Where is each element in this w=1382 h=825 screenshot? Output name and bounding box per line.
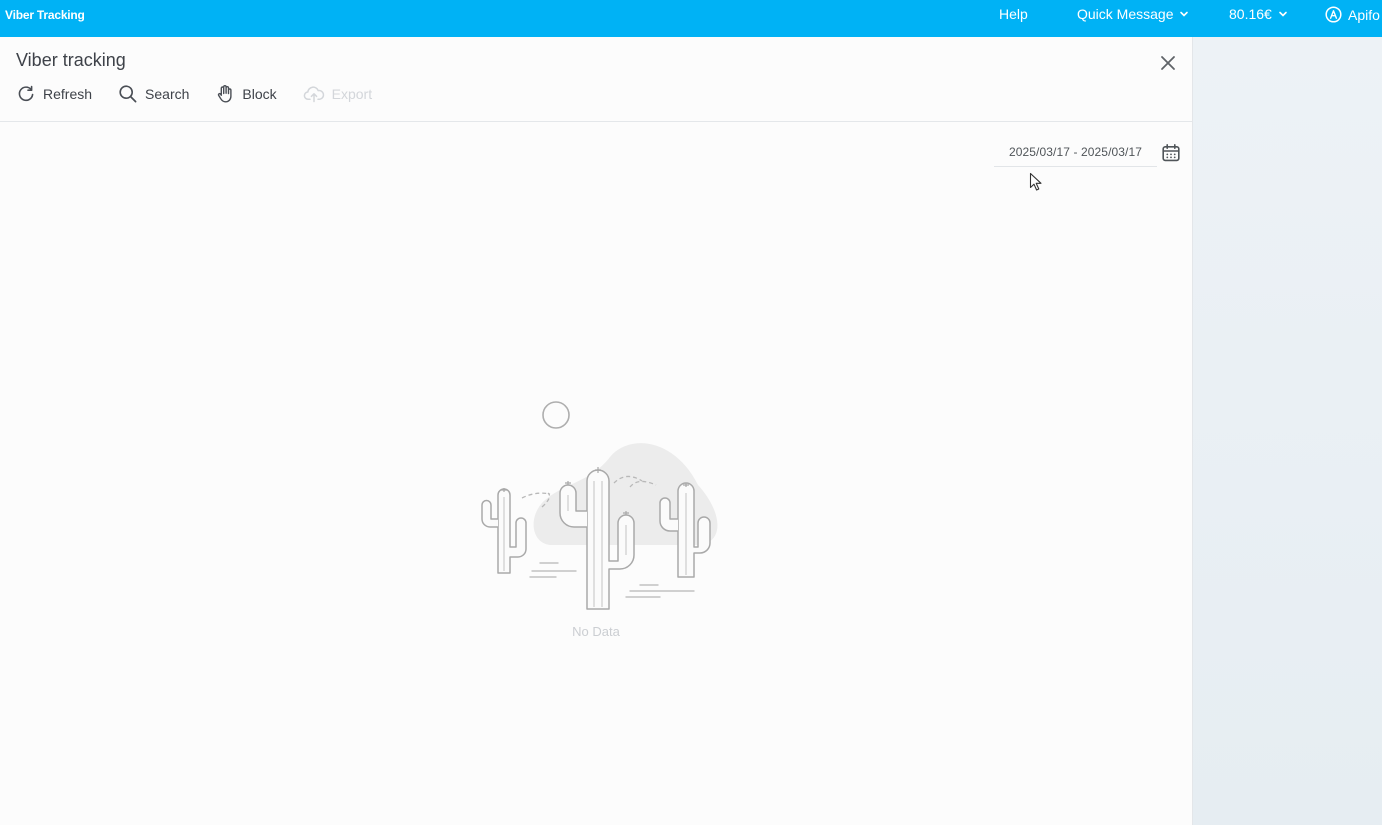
quick-message-dropdown[interactable]: Quick Message: [1077, 6, 1189, 22]
viber-tracking-panel: Viber tracking Refresh Search Block Expo…: [0, 37, 1193, 825]
user-name: Apifo: [1348, 6, 1380, 23]
export-button[interactable]: Export: [303, 84, 372, 104]
refresh-icon: [16, 84, 36, 104]
search-button[interactable]: Search: [118, 84, 189, 104]
empty-state-text: No Data: [572, 624, 620, 639]
refresh-button[interactable]: Refresh: [16, 84, 92, 104]
refresh-label: Refresh: [43, 86, 93, 102]
balance-value: 80.16€: [1229, 6, 1272, 22]
panel-title: Viber tracking: [16, 50, 126, 70]
balance-dropdown[interactable]: 80.16€: [1229, 6, 1288, 22]
top-navigation-bar: Viber Tracking Help Quick Message 80.16€…: [0, 0, 1382, 37]
cloud-upload-icon: [303, 84, 325, 104]
hand-icon: [215, 84, 235, 104]
empty-desert-illustration: [481, 401, 718, 610]
calendar-icon: [1162, 144, 1180, 162]
search-label: Search: [145, 86, 190, 102]
date-range-input[interactable]: 2025/03/17 - 2025/03/17: [994, 138, 1157, 167]
block-label: Block: [242, 86, 277, 102]
toolbar-divider: [0, 121, 1192, 122]
app-title[interactable]: Viber Tracking: [5, 8, 85, 22]
export-label: Export: [331, 86, 373, 102]
help-label: Help: [999, 6, 1028, 22]
mouse-pointer-icon: [1029, 172, 1042, 191]
calendar-button[interactable]: [1161, 143, 1181, 168]
background-area: [1193, 37, 1382, 825]
user-circle-icon: [1325, 6, 1342, 23]
chevron-down-icon: [1179, 10, 1189, 18]
help-link[interactable]: Help: [999, 6, 1028, 22]
block-button[interactable]: Block: [215, 84, 277, 104]
close-button[interactable]: [1157, 52, 1179, 74]
close-icon: [1161, 56, 1175, 70]
toolbar: Refresh Search Block Export: [16, 84, 398, 104]
user-menu[interactable]: Apifo: [1325, 6, 1380, 23]
quick-message-label: Quick Message: [1077, 6, 1174, 22]
search-icon: [118, 84, 138, 104]
chevron-down-icon: [1278, 10, 1288, 18]
